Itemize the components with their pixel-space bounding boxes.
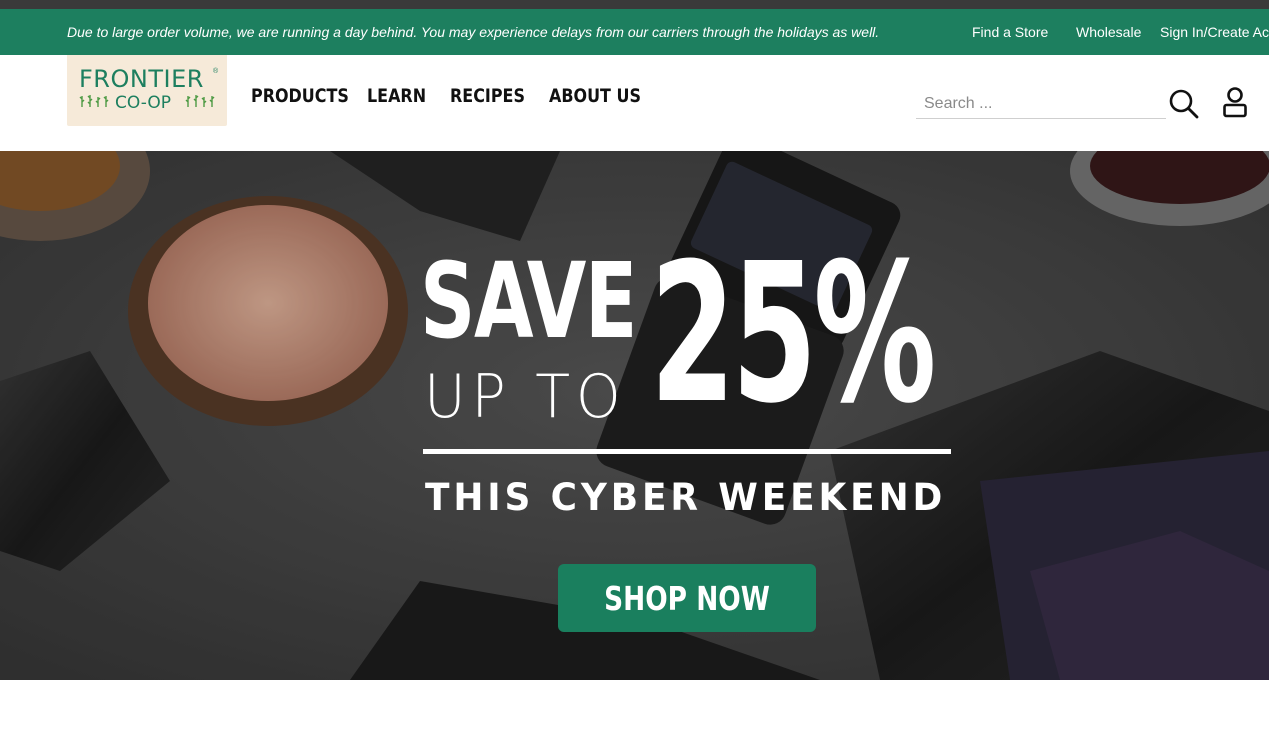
nav-products[interactable]: PRODUCTS	[251, 85, 349, 107]
logo-wordmark-coop: CO-OP	[115, 93, 171, 113]
user-icon	[1223, 87, 1247, 118]
nav-recipes[interactable]: RECIPES	[450, 85, 525, 107]
site-header: FRONTIER ® CO-OP PRODUCTS LEARN RECIPES …	[0, 55, 1269, 151]
frontier-coop-logo[interactable]: FRONTIER ® CO-OP	[67, 55, 227, 126]
hero-divider	[423, 449, 951, 454]
logo-registered-mark: ®	[213, 68, 219, 75]
hero-save-text: SAVE	[420, 240, 637, 362]
herb-sprig-icon	[185, 95, 215, 107]
herb-sprig-icon	[79, 95, 109, 107]
search-icon	[1169, 89, 1199, 119]
hero-percent-text: 25%	[650, 223, 936, 446]
announcement-bar: Due to large order volume, we are runnin…	[0, 9, 1269, 55]
nav-about-us[interactable]: ABOUT US	[549, 85, 641, 107]
search-button[interactable]	[1168, 88, 1200, 120]
hero-subline: THIS CYBER WEEKEND	[425, 476, 947, 519]
wholesale-link[interactable]: Wholesale	[1076, 24, 1141, 40]
logo-wordmark-frontier: FRONTIER	[79, 65, 204, 93]
hero-banner: SAVE UP TO 25% THIS CYBER WEEKEND SHOP N…	[0, 151, 1269, 680]
shop-now-button[interactable]: SHOP NOW	[558, 564, 816, 632]
sign-in-link[interactable]: Sign In/Create Ac	[1160, 24, 1269, 40]
hero-up-to-text: UP TO	[424, 362, 627, 432]
account-button[interactable]	[1219, 85, 1251, 121]
nav-learn[interactable]: LEARN	[367, 85, 426, 107]
search-input[interactable]	[916, 91, 1166, 117]
shop-now-label: SHOP NOW	[604, 579, 770, 618]
search-field-wrapper	[916, 91, 1166, 119]
browser-top-strip	[0, 0, 1269, 9]
announcement-text: Due to large order volume, we are runnin…	[67, 24, 880, 40]
find-store-link[interactable]: Find a Store	[972, 24, 1048, 40]
